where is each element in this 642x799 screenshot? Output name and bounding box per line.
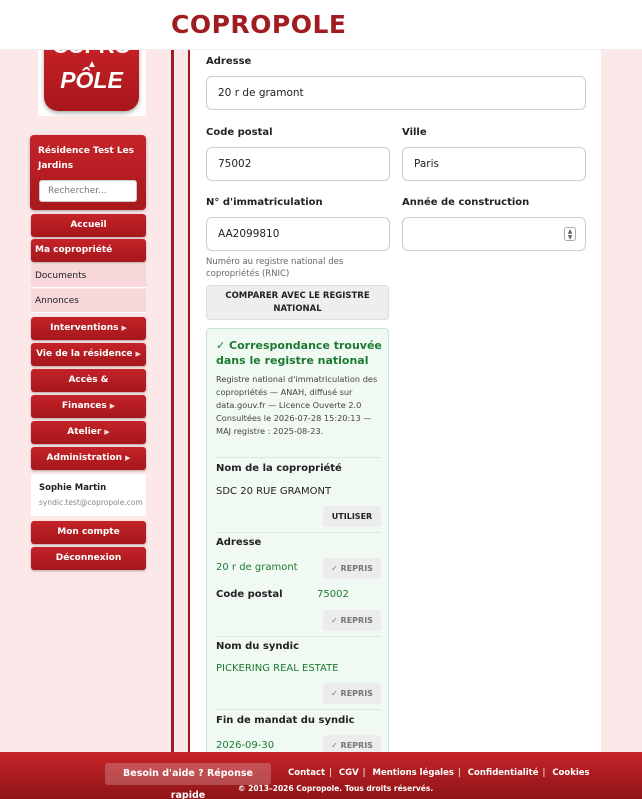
match-key-fin-mandat: Fin de mandat du syndic	[216, 715, 355, 726]
match-key-nom: Nom de la copropriété	[216, 463, 342, 474]
match-key-adresse: Adresse	[216, 537, 262, 548]
sidebar-item-administration[interactable]: Administration ▶	[31, 447, 146, 470]
stepper-icon[interactable]: ▲ ▼	[564, 227, 576, 241]
divider	[216, 709, 381, 710]
match-value-adresse: 20 r de gramont	[216, 562, 298, 573]
sidebar-item-finances[interactable]: Finances ▶	[31, 395, 146, 418]
immatriculation-hint: Numéro au registre national des copropri…	[206, 257, 344, 279]
sidebar-item-vie-residence[interactable]: Vie de la résidence ▶	[31, 343, 146, 366]
match-value-fin-mandat: 2026-09-30	[216, 740, 275, 751]
sidebar-item-accueil[interactable]: Accueil	[31, 214, 146, 237]
residence-box: Résidence Test Les Jardins	[30, 135, 146, 210]
postal-code-label: Code postal	[206, 127, 273, 138]
footer-link-contact[interactable]: Contact	[288, 768, 325, 778]
logout-label: Déconnexion	[55, 553, 122, 563]
footer-link-confidentialite[interactable]: Confidentialité	[468, 768, 539, 778]
match-key-code-postal: Code postal	[216, 589, 283, 600]
sidebar-item-label: Annonces	[35, 296, 79, 306]
logout-button[interactable]: Déconnexion	[31, 547, 146, 570]
link-separator: |	[362, 768, 366, 778]
user-name: Sophie Martin	[39, 483, 107, 493]
residence-name: Résidence Test Les Jardins	[38, 146, 135, 171]
sidebar-item-label: Atelier	[67, 427, 102, 437]
address-label: Adresse	[206, 56, 252, 67]
divider	[171, 50, 174, 760]
divider	[216, 532, 381, 533]
repris-badge: ✓ REPRIS	[323, 610, 381, 631]
app-title: COPROPOLE	[171, 10, 347, 39]
sidebar-item-acces-equipements[interactable]: Accès & Équipements▶	[31, 369, 146, 408]
immatriculation-label: N° d'immatriculation	[206, 197, 323, 208]
match-value-syndic: PICKERING REAL ESTATE	[216, 663, 339, 674]
sidebar-item-label: Administration	[46, 453, 123, 463]
caret-right-icon: ▶	[121, 324, 127, 332]
sidebar-item-interventions[interactable]: Interventions ▶	[31, 317, 146, 340]
footer-links: Contact | CGV | Mentions légales | Confiden…	[288, 768, 590, 778]
construction-year-label: Année de construction	[402, 197, 530, 208]
sidebar: COPRO ▲ PÔLE Résidence Test Les Jardins …	[0, 0, 160, 760]
match-title: ✓ Correspondance trouvée dans le registr…	[216, 339, 382, 367]
caret-right-icon: ▶	[109, 402, 116, 410]
divider	[216, 636, 381, 637]
use-button[interactable]: UTILISER	[323, 506, 381, 527]
registry-match-box: ✓ Correspondance trouvée dans le registr…	[206, 328, 389, 760]
caret-right-icon: ▶	[125, 454, 131, 462]
sidebar-item-annonces[interactable]: Annonces	[31, 289, 146, 313]
sidebar-item-label: Finances	[61, 401, 107, 411]
sidebar-item-label: Interventions	[50, 323, 119, 333]
divider	[188, 50, 190, 760]
city-field[interactable]: Paris	[402, 147, 586, 181]
divider	[216, 457, 381, 458]
footer-link-cgv[interactable]: CGV	[339, 768, 359, 778]
city-label: Ville	[402, 127, 427, 138]
match-source: Registre national d'immatriculation des …	[216, 374, 378, 410]
help-button[interactable]: Besoin d'aide ? Réponse rapide	[105, 763, 271, 799]
repris-badge: ✓ REPRIS	[323, 558, 381, 579]
sidebar-item-label: Documents	[35, 271, 87, 281]
link-separator: |	[329, 768, 332, 778]
link-separator: |	[457, 768, 461, 778]
footer-link-cookies[interactable]: Cookies	[552, 768, 589, 778]
sidebar-item-label: Vie de la résidence	[36, 349, 133, 359]
caret-right-icon: ▶	[104, 428, 110, 436]
match-value-nom: SDC 20 RUE GRAMONT	[216, 486, 332, 497]
user-card: Sophie Martin syndic.test@copropole.com	[31, 474, 146, 516]
construction-year-field[interactable]: ▲ ▼	[402, 217, 586, 251]
match-consulted: Consultées le 2026-07-28 15:20:13 — MAJ …	[216, 413, 372, 436]
account-button[interactable]: Mon compte	[31, 521, 146, 544]
account-label: Mon compte	[57, 527, 120, 537]
user-email: syndic.test@copropole.com	[39, 498, 143, 507]
caret-right-icon: ▶	[135, 350, 141, 358]
compare-registry-button[interactable]: COMPARER AVEC LE REGISTRE NATIONAL	[206, 285, 389, 320]
copyright: © 2013–2026 Copropole. Tous droits réser…	[238, 784, 434, 793]
sidebar-item-ma-copropriete[interactable]: Ma copropriété	[31, 239, 146, 262]
sidebar-item-atelier[interactable]: Atelier ▶	[31, 421, 146, 444]
match-key-syndic: Nom du syndic	[216, 641, 300, 652]
search-input[interactable]	[39, 180, 137, 202]
footer: Besoin d'aide ? Réponse rapide Contact | …	[0, 752, 642, 799]
address-field[interactable]: 20 r de gramont	[206, 76, 586, 110]
sidebar-item-label: Accueil	[70, 220, 107, 230]
match-description: Registre national d'immatriculation des …	[216, 373, 384, 438]
immatriculation-field[interactable]: AA2099810	[206, 217, 390, 251]
sidebar-item-label: Ma copropriété	[35, 245, 113, 255]
repris-badge: ✓ REPRIS	[323, 683, 381, 704]
sidebar-item-documents[interactable]: Documents	[31, 264, 146, 288]
match-value-code-postal: 75002	[317, 589, 349, 600]
logo-line2: PÔLE	[60, 67, 123, 93]
postal-code-field[interactable]: 75002	[206, 147, 390, 181]
footer-link-mentions[interactable]: Mentions légales	[373, 768, 454, 778]
link-separator: |	[542, 768, 546, 778]
